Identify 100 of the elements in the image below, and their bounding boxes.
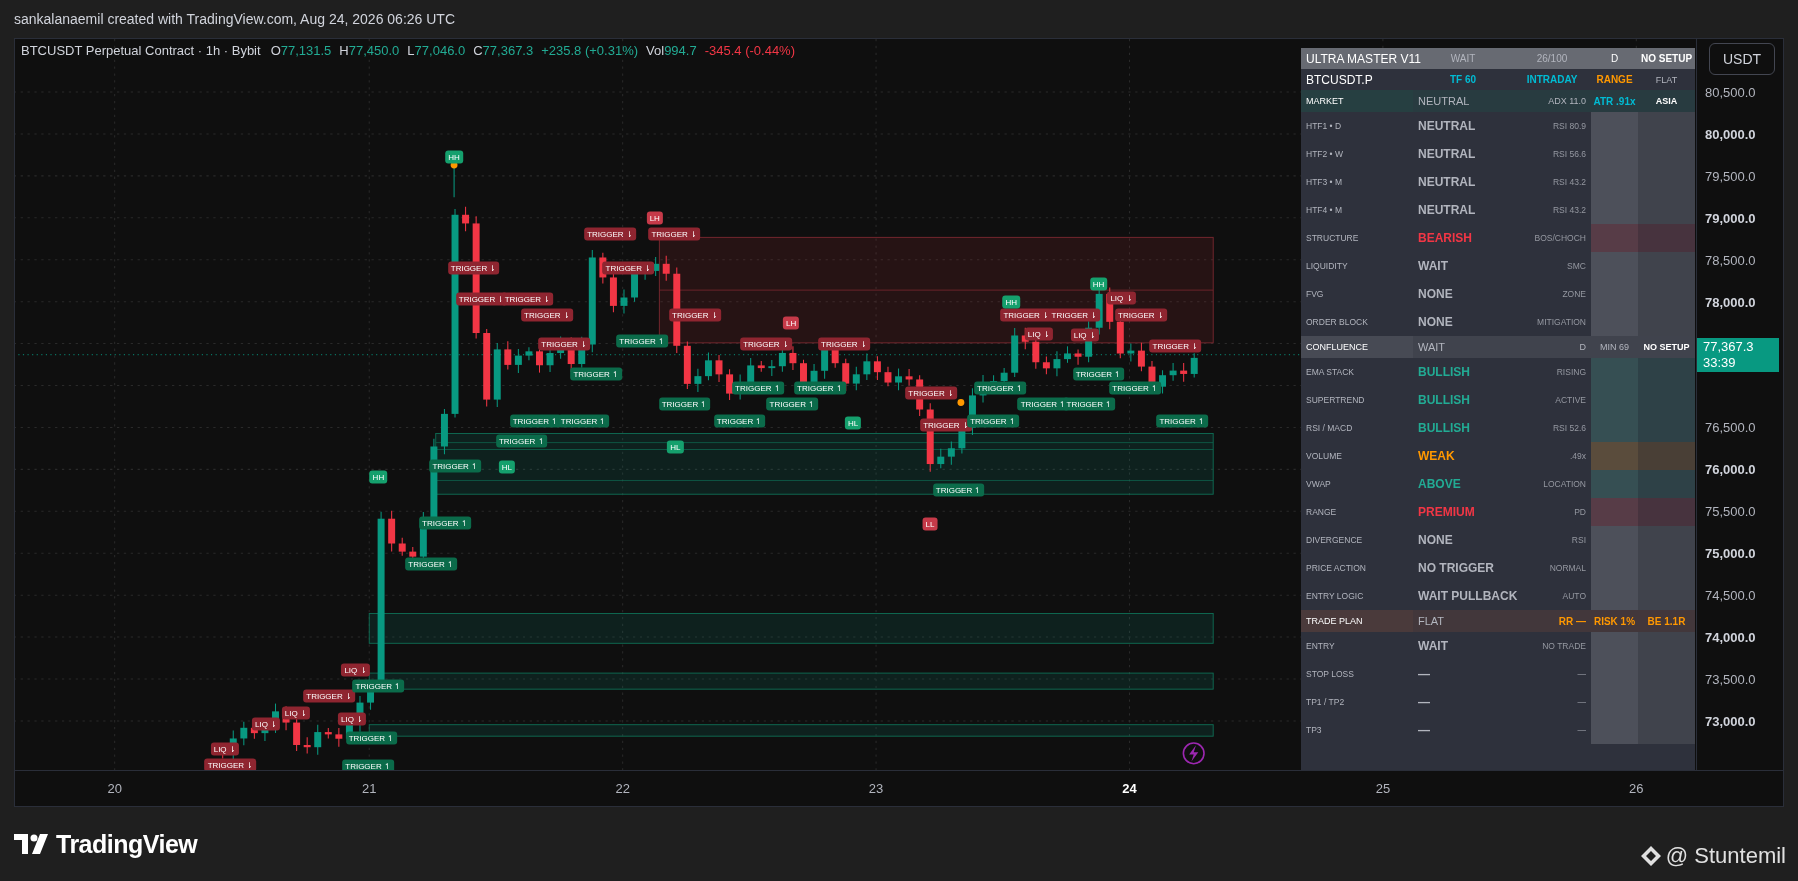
- row-label: LIQUIDITY: [1306, 261, 1348, 271]
- status-value: —: [1418, 723, 1430, 737]
- signal-label: TRIGGER ⇂: [669, 308, 721, 322]
- signal-label: TRIGGER ↿: [766, 397, 819, 411]
- logo-icon: [14, 834, 50, 854]
- ohlc-value: -345.4 (-0.44%): [704, 42, 795, 58]
- swing-label: HH: [1002, 295, 1021, 309]
- detail-text: BE 1.1R: [1647, 615, 1686, 627]
- row-label: ENTRY: [1306, 641, 1335, 651]
- signal-label: TRIGGER ↿: [557, 414, 610, 428]
- signal-label: TRIGGER ↿: [967, 414, 1019, 428]
- signal-cell: [1638, 582, 1695, 610]
- price-tick: 75,000.0: [1705, 545, 1756, 561]
- signal-label: TRIGGER ↿: [732, 381, 784, 395]
- detail-text: —: [1577, 669, 1586, 679]
- signal-cell: [1591, 252, 1638, 280]
- ohlc-value: 77,367.3: [482, 42, 534, 58]
- signal-cell: [1638, 414, 1695, 442]
- panel-title: ULTRA MASTER V11: [1306, 51, 1421, 66]
- price-tick: 76,500.0: [1705, 419, 1756, 435]
- detail-text: RSI 80.9: [1552, 121, 1586, 131]
- price-tick: 73,000.0: [1705, 713, 1756, 729]
- ohlc-label: Vol: [646, 42, 665, 58]
- row-label: TP1 / TP2: [1306, 697, 1345, 707]
- diamond-icon: [1639, 845, 1662, 867]
- detail-text: ACTIVE: [1555, 395, 1586, 405]
- price-tick: 79,000.0: [1705, 210, 1756, 226]
- signal-label: TRIGGER ⇂: [447, 261, 500, 275]
- signal-label: TRIGGER ⇂: [1115, 308, 1167, 322]
- detail-text: INTRADAY: [1526, 74, 1578, 85]
- signal-label: TRIGGER ⇂: [602, 261, 655, 275]
- price-tick: 80,500.0: [1705, 84, 1756, 100]
- detail-text: RSI 43.2: [1552, 205, 1586, 215]
- detail-text: SMC: [1567, 261, 1586, 271]
- signal-label: LIQ ⇂: [251, 717, 281, 731]
- detail-text: RR —: [1558, 615, 1586, 627]
- signal-label: TRIGGER ↿: [658, 397, 711, 411]
- currency-button[interactable]: USDT: [1709, 43, 1775, 75]
- detail-text: NORMAL: [1549, 563, 1586, 573]
- row-label: HTF4 • M: [1306, 205, 1343, 215]
- price-tick: 73,500.0: [1705, 671, 1756, 687]
- status-value: WAIT PULLBACK: [1418, 589, 1518, 603]
- signal-label: TRIGGER ↿: [495, 434, 548, 448]
- signal-cell: [1591, 442, 1638, 470]
- signal-label: TRIGGER ⇂: [818, 337, 870, 351]
- row-label: TP3: [1306, 725, 1322, 735]
- status-value: WAIT: [1418, 639, 1448, 653]
- detail-text: RISING: [1556, 367, 1586, 377]
- signal-cell: [1591, 308, 1638, 336]
- detail-text: 26/100: [1536, 53, 1568, 64]
- detail-text: MIN 69: [1600, 342, 1629, 352]
- signal-label: TRIGGER ↿: [419, 516, 471, 530]
- signal-label: TRIGGER ⇂: [740, 337, 792, 351]
- swing-label: HH: [369, 470, 388, 484]
- status-value: BULLISH: [1418, 393, 1470, 407]
- signal-cell: [1638, 252, 1695, 280]
- row-label: ENTRY LOGIC: [1306, 591, 1364, 601]
- detail-text: BOS/CHOCH: [1534, 233, 1586, 243]
- signal-cell: [1591, 470, 1638, 498]
- signal-label: TRIGGER ⇂: [905, 386, 957, 400]
- detail-text: ASIA: [1655, 96, 1678, 106]
- detail-text: .49x: [1569, 451, 1586, 461]
- row-label: STOP LOSS: [1306, 669, 1354, 679]
- date-tick: 26: [1629, 781, 1644, 796]
- date-tick: 25: [1375, 781, 1391, 796]
- signal-cell: [1591, 196, 1638, 224]
- signal-label: TRIGGER ↿: [342, 759, 394, 770]
- author-credit: @ Stuntemil: [1665, 843, 1786, 869]
- bar-countdown: 33:39: [1703, 354, 1737, 371]
- swing-label: HH: [445, 150, 463, 164]
- detail-text: D: [1579, 342, 1586, 352]
- detail-text: D: [1610, 53, 1619, 64]
- signal-cell: [1591, 498, 1638, 526]
- row-label: HTF3 • M: [1306, 177, 1343, 187]
- detail-text: PD: [1574, 507, 1586, 517]
- status-value: NEUTRAL: [1418, 175, 1476, 189]
- price-tick: 76,000.0: [1705, 461, 1756, 477]
- signal-label: TRIGGER ↿: [352, 679, 405, 693]
- row-label: VWAP: [1306, 479, 1331, 489]
- lightning-icon[interactable]: [1182, 742, 1205, 765]
- row-label: RANGE: [1306, 507, 1337, 517]
- status-value: BULLISH: [1418, 365, 1470, 379]
- detail-text: RISK 1%: [1593, 615, 1636, 627]
- ohlc-value: 77,046.0: [414, 42, 466, 58]
- swing-label: LL: [922, 517, 938, 531]
- signal-cell: [1638, 498, 1695, 526]
- status-value: NONE: [1418, 315, 1453, 329]
- status-value: —: [1418, 667, 1430, 681]
- signal-label: LIQ ⇂: [210, 742, 239, 756]
- signal-label: TRIGGER ↿: [974, 381, 1026, 395]
- ohlc-label: O: [270, 42, 281, 58]
- price-tick: 75,500.0: [1705, 503, 1756, 519]
- status-value: NO TRIGGER: [1418, 561, 1494, 575]
- signal-label: TRIGGER ⇂: [538, 337, 590, 351]
- signal-label: LIQ ⇂: [1024, 327, 1053, 341]
- signal-label: TRIGGER ↿: [1072, 367, 1125, 381]
- detail-text: MITIGATION: [1537, 317, 1586, 327]
- signal-cell: [1591, 632, 1638, 660]
- status-value: WAIT: [1418, 341, 1446, 353]
- signal-cell: [1591, 526, 1638, 554]
